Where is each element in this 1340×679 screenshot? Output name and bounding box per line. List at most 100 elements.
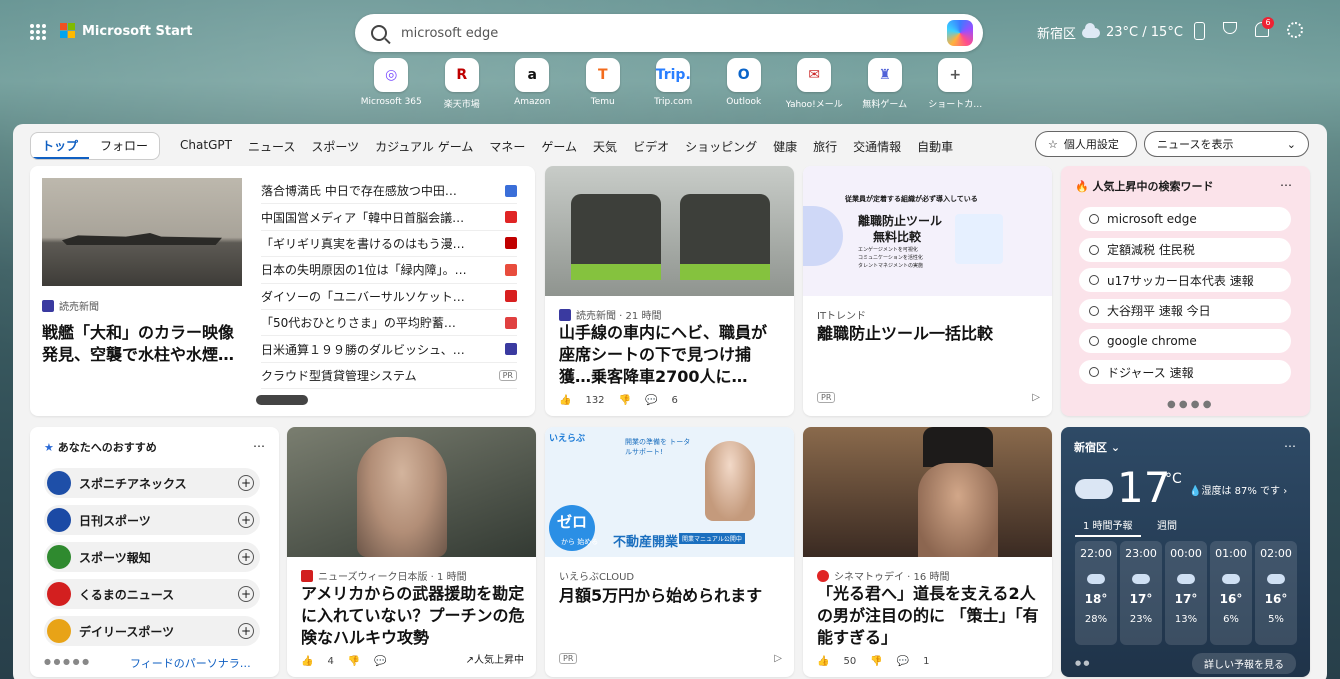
quicklink-5[interactable]: O Outlook xyxy=(709,58,780,110)
trending-search-item[interactable]: 大谷翔平 速報 今日 xyxy=(1079,298,1291,323)
quicklink-6[interactable]: ✉ Yahoo!メール xyxy=(779,58,850,110)
headline-list-item[interactable]: 「50代おひとりさま」の平均貯蓄… xyxy=(261,310,517,337)
headline-list-item[interactable]: 日米通算１９９勝のダルビッシュ、… xyxy=(261,336,517,363)
add-icon[interactable]: + xyxy=(238,549,254,565)
dislike-icon[interactable]: 👎 xyxy=(348,656,360,667)
trending-search-item[interactable]: microsoft edge xyxy=(1079,207,1291,231)
card4-headline[interactable]: アメリカからの武器援助を勘定に入れていない？プーチンの危険なハルキウ攻勢 xyxy=(301,583,526,649)
trending-search-item[interactable]: 定額減税 住民税 xyxy=(1079,237,1291,262)
weather-location[interactable]: 新宿区 ⌄ xyxy=(1074,439,1120,455)
hourly-forecast[interactable]: 00:00 17° 13% xyxy=(1165,541,1207,645)
settings-icon[interactable] xyxy=(1287,22,1303,38)
trending-search-item[interactable]: google chrome xyxy=(1079,329,1291,354)
like-icon[interactable]: 👍 xyxy=(817,656,829,667)
headline-list-item[interactable]: 落合博満氏 中日で存在感放つ中田… xyxy=(261,178,517,205)
nav-link-5[interactable]: ゲーム xyxy=(541,138,577,155)
recommended-publisher[interactable]: 日刊スポーツ + xyxy=(44,505,260,535)
nav-link-2[interactable]: スポーツ xyxy=(311,138,359,155)
feature-headline[interactable]: 戦艦「大和」のカラー映像発見、空襲で水柱や水煙… xyxy=(42,322,247,366)
search-box[interactable]: microsoft edge xyxy=(355,14,983,52)
weather-card[interactable]: 新宿区 ⌄ ⋯ 17 °C 💧湿度は 87% です › 1 時間予報 週間 22… xyxy=(1061,427,1310,677)
trending-search-item[interactable]: ドジャース 速報 xyxy=(1079,360,1291,384)
tab-weekly[interactable]: 週間 xyxy=(1157,517,1177,532)
carousel-dots[interactable]: ● ● ● ● xyxy=(1167,399,1211,410)
personalize-button[interactable]: ☆ 個人用設定 xyxy=(1035,131,1137,157)
ad-choices-icon[interactable]: ▷ xyxy=(1032,392,1040,403)
tab-top[interactable]: トップ xyxy=(31,133,90,159)
nav-link-8[interactable]: ショッピング xyxy=(685,138,757,155)
quicklink-2[interactable]: a Amazon xyxy=(497,58,568,110)
personalize-feed-link[interactable]: フィードのパーソナラ… xyxy=(130,655,251,671)
quicklink-4[interactable]: Trip. Trip.com xyxy=(638,58,709,110)
dislike-icon[interactable]: 👎 xyxy=(870,656,882,667)
app-launcher-icon[interactable] xyxy=(30,24,46,40)
nav-link-12[interactable]: 自動車 xyxy=(917,138,953,155)
more-icon[interactable]: ⋯ xyxy=(253,439,265,453)
headline-list-item[interactable]: 日本の失明原因の1位は「緑内障」。… xyxy=(261,257,517,284)
trending-search-item[interactable]: u17サッカー日本代表 速報 xyxy=(1079,268,1291,293)
headline-list-item[interactable]: ダイソーの「ユニバーサルソケット… xyxy=(261,284,517,310)
headline-list-item[interactable]: クラウド型賃貸管理システム PR xyxy=(261,363,517,390)
nav-link-11[interactable]: 交通情報 xyxy=(853,138,901,155)
more-icon[interactable]: ⋯ xyxy=(1280,178,1292,192)
headline-list-item[interactable]: 中国国営メディア「韓中日首脳会議… xyxy=(261,204,517,231)
feature-card[interactable]: 読売新聞 戦艦「大和」のカラー映像発見、空襲で水柱や水煙… 落合博満氏 中日で存… xyxy=(30,166,535,416)
recommended-publisher[interactable]: くるまのニュース + xyxy=(44,579,260,609)
add-icon[interactable]: + xyxy=(238,586,254,602)
hourly-forecast[interactable]: 02:00 16° 5% xyxy=(1255,541,1297,645)
brand-logo[interactable]: Microsoft Start xyxy=(60,23,192,39)
hourly-forecast[interactable]: 22:00 18° 28% xyxy=(1075,541,1117,645)
card2-headline[interactable]: 山手線の車内にヘビ、職員が座席シートの下で見つけ捕獲…乗客降車2700人に… xyxy=(559,322,781,388)
nav-link-4[interactable]: マネー xyxy=(489,138,525,155)
tab-hourly[interactable]: 1 時間予報 xyxy=(1075,517,1141,537)
carousel-dots[interactable] xyxy=(256,395,308,405)
weather-more-button[interactable]: 詳しい予報を見る xyxy=(1192,653,1296,674)
like-icon[interactable]: 👍 xyxy=(301,656,313,667)
add-icon[interactable]: + xyxy=(238,475,254,491)
comment-icon[interactable]: 💬 xyxy=(374,656,386,667)
nav-link-6[interactable]: 天気 xyxy=(593,138,617,155)
like-icon[interactable]: 👍 xyxy=(559,395,571,406)
recommended-publisher[interactable]: デイリースポーツ + xyxy=(44,616,260,646)
nav-link-9[interactable]: 健康 xyxy=(773,138,797,155)
quicklink-1[interactable]: R 楽天市場 xyxy=(427,58,498,110)
add-icon[interactable]: + xyxy=(238,623,254,639)
dislike-icon[interactable]: 👎 xyxy=(619,395,631,406)
carousel-dots[interactable]: ● ● ● ● ● xyxy=(44,657,89,666)
add-icon[interactable]: + xyxy=(238,512,254,528)
card5-headline[interactable]: 月額5万円から始められます xyxy=(559,585,762,607)
hourly-forecast[interactable]: 23:00 17° 23% xyxy=(1120,541,1162,645)
news-card-ukraine[interactable]: ニューズウィーク日本版 · 1 時間 アメリカからの武器援助を勘定に入れていない… xyxy=(287,427,536,677)
nav-link-7[interactable]: ビデオ xyxy=(633,138,669,155)
tab-follow[interactable]: フォロー xyxy=(89,133,159,159)
search-input[interactable]: microsoft edge xyxy=(401,26,498,41)
nav-link-10[interactable]: 旅行 xyxy=(813,138,837,155)
ad-card-itrend[interactable]: 従業員が定着する組織が必ず導入している 離職防止ツール 無料比較 エンゲージメン… xyxy=(803,166,1052,416)
nav-link-3[interactable]: カジュアル ゲーム xyxy=(375,138,473,155)
more-icon[interactable]: ⋯ xyxy=(1284,439,1296,453)
header-weather[interactable]: 新宿区 23°C / 15°C xyxy=(1037,22,1183,42)
card3-headline[interactable]: 離職防止ツール一括比較 xyxy=(817,323,993,345)
rewards-icon[interactable] xyxy=(1223,22,1237,34)
phone-icon[interactable] xyxy=(1194,22,1205,40)
notifications-icon[interactable]: 6 xyxy=(1255,17,1274,37)
ad-choices-icon[interactable]: ▷ xyxy=(774,653,782,664)
comment-icon[interactable]: 💬 xyxy=(897,656,909,667)
headline-list-item[interactable]: 「ギリギリ真実を書けるのはもう漫… xyxy=(261,231,517,258)
ad-card-ierabu[interactable]: いえらぶ 開業の準備を トータルサポート! ゼロ から 始める 不動産開業 開業… xyxy=(545,427,794,677)
news-display-dropdown[interactable]: ニュースを表示 ⌄ xyxy=(1144,131,1309,157)
quicklink-3[interactable]: T Temu xyxy=(568,58,639,110)
copilot-icon[interactable] xyxy=(947,20,973,46)
news-card-hikarukimi[interactable]: シネマトゥデイ · 16 時間 「光る君へ」道長を支える2人の男が注目の的に 「… xyxy=(803,427,1052,677)
quicklink-0[interactable]: ◎ Microsoft 365 xyxy=(356,58,427,110)
quicklink-7[interactable]: ♜ 無料ゲーム xyxy=(850,58,921,110)
quicklink-8[interactable]: + ショートカ… xyxy=(920,58,991,110)
card6-headline[interactable]: 「光る君へ」道長を支える2人の男が注目の的に 「策士」「有能すぎる」 xyxy=(817,583,1042,649)
recommended-publisher[interactable]: スポニチアネックス + xyxy=(44,468,260,498)
carousel-dots[interactable]: ● ● xyxy=(1075,659,1089,667)
comment-icon[interactable]: 💬 xyxy=(645,395,657,406)
nav-link-1[interactable]: ニュース xyxy=(248,138,295,155)
hourly-forecast[interactable]: 01:00 16° 6% xyxy=(1210,541,1252,645)
news-card-yamanote[interactable]: 読売新聞 · 21 時間 山手線の車内にヘビ、職員が座席シートの下で見つけ捕獲…… xyxy=(545,166,794,416)
recommended-publisher[interactable]: スポーツ報知 + xyxy=(44,542,260,572)
